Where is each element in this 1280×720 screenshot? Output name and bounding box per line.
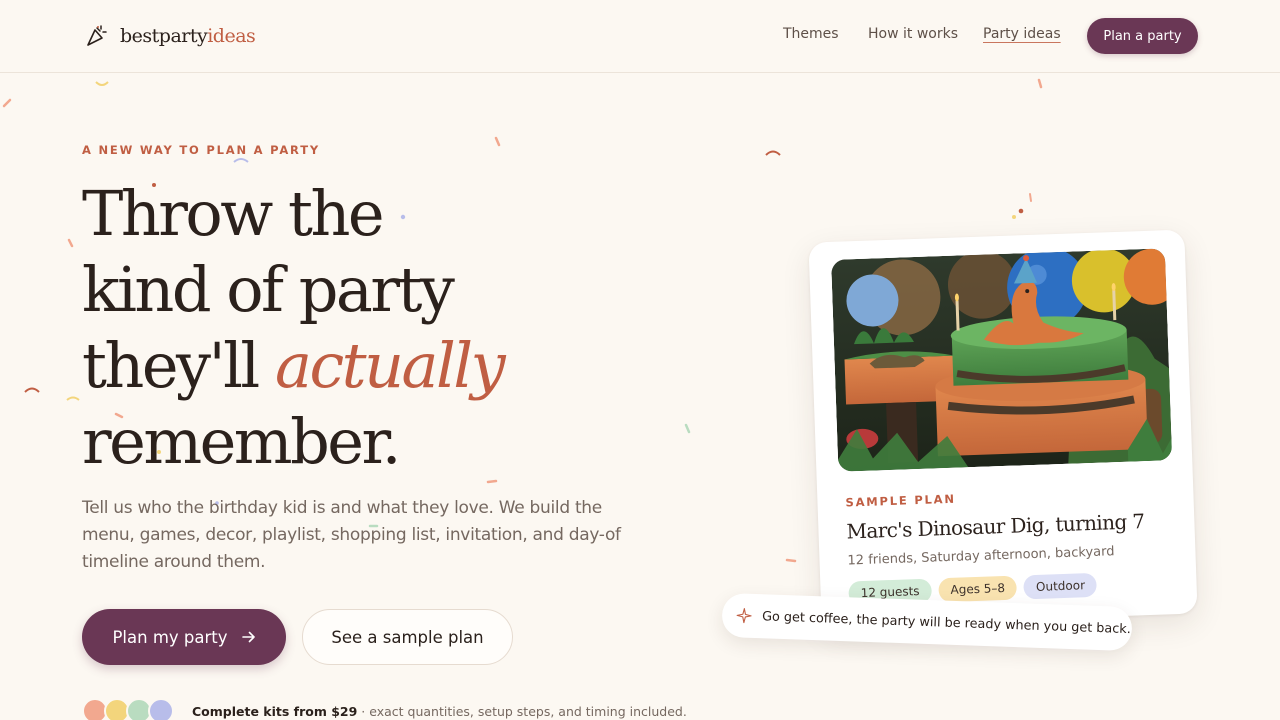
site-header: bestpartyideas Themes How it works Party…	[0, 0, 1280, 73]
sample-plan-card[interactable]: SAMPLE PLAN Marc's Dinosaur Dig, turning…	[808, 229, 1198, 627]
card-subtitle: 12 friends, Saturday afternoon, backyard	[847, 544, 1115, 569]
plan-a-party-button[interactable]: Plan a party	[1087, 18, 1198, 54]
card-eyebrow: SAMPLE PLAN	[845, 491, 957, 510]
headline-line: kind of party	[82, 253, 455, 326]
tag-ages: Ages 5–8	[938, 575, 1018, 603]
avatar	[148, 698, 174, 720]
headline-line: remember.	[82, 405, 402, 478]
nav-link-how-it-works[interactable]: How it works	[868, 26, 958, 42]
coffee-note-text: Go get coffee, the party will be ready w…	[761, 608, 1132, 637]
brand-name: bestpartyideas	[120, 25, 256, 47]
plan-my-party-button[interactable]: Plan my party	[82, 609, 286, 665]
headline-line: Throw the	[82, 177, 385, 250]
see-sample-plan-button[interactable]: See a sample plan	[302, 609, 513, 665]
headline-emphasis: actually	[274, 329, 506, 402]
hero-description: Tell us who the birthday kid is and what…	[82, 498, 621, 572]
card-title: Marc's Dinosaur Dig, turning 7	[846, 509, 1145, 544]
nav-link-themes[interactable]: Themes	[783, 26, 839, 42]
hero-headline: Throw the kind of party they'll actually…	[82, 176, 702, 480]
sparkle-icon	[736, 608, 752, 624]
dinosaur-cake-photo	[831, 248, 1173, 472]
party-popper-icon	[87, 25, 107, 46]
brand-logo[interactable]: bestpartyideas	[84, 22, 256, 50]
social-proof-text: Complete kits from $29 · exact quantitie…	[192, 704, 687, 719]
hero-eyebrow: A NEW WAY TO PLAN A PARTY	[82, 143, 320, 157]
arrow-right-icon	[241, 631, 255, 643]
tag-outdoor: Outdoor	[1023, 572, 1098, 600]
nav-link-party-ideas[interactable]: Party ideas	[983, 26, 1061, 42]
plan-my-party-label: Plan my party	[112, 627, 228, 647]
headline-line: they'll actually	[82, 329, 506, 402]
